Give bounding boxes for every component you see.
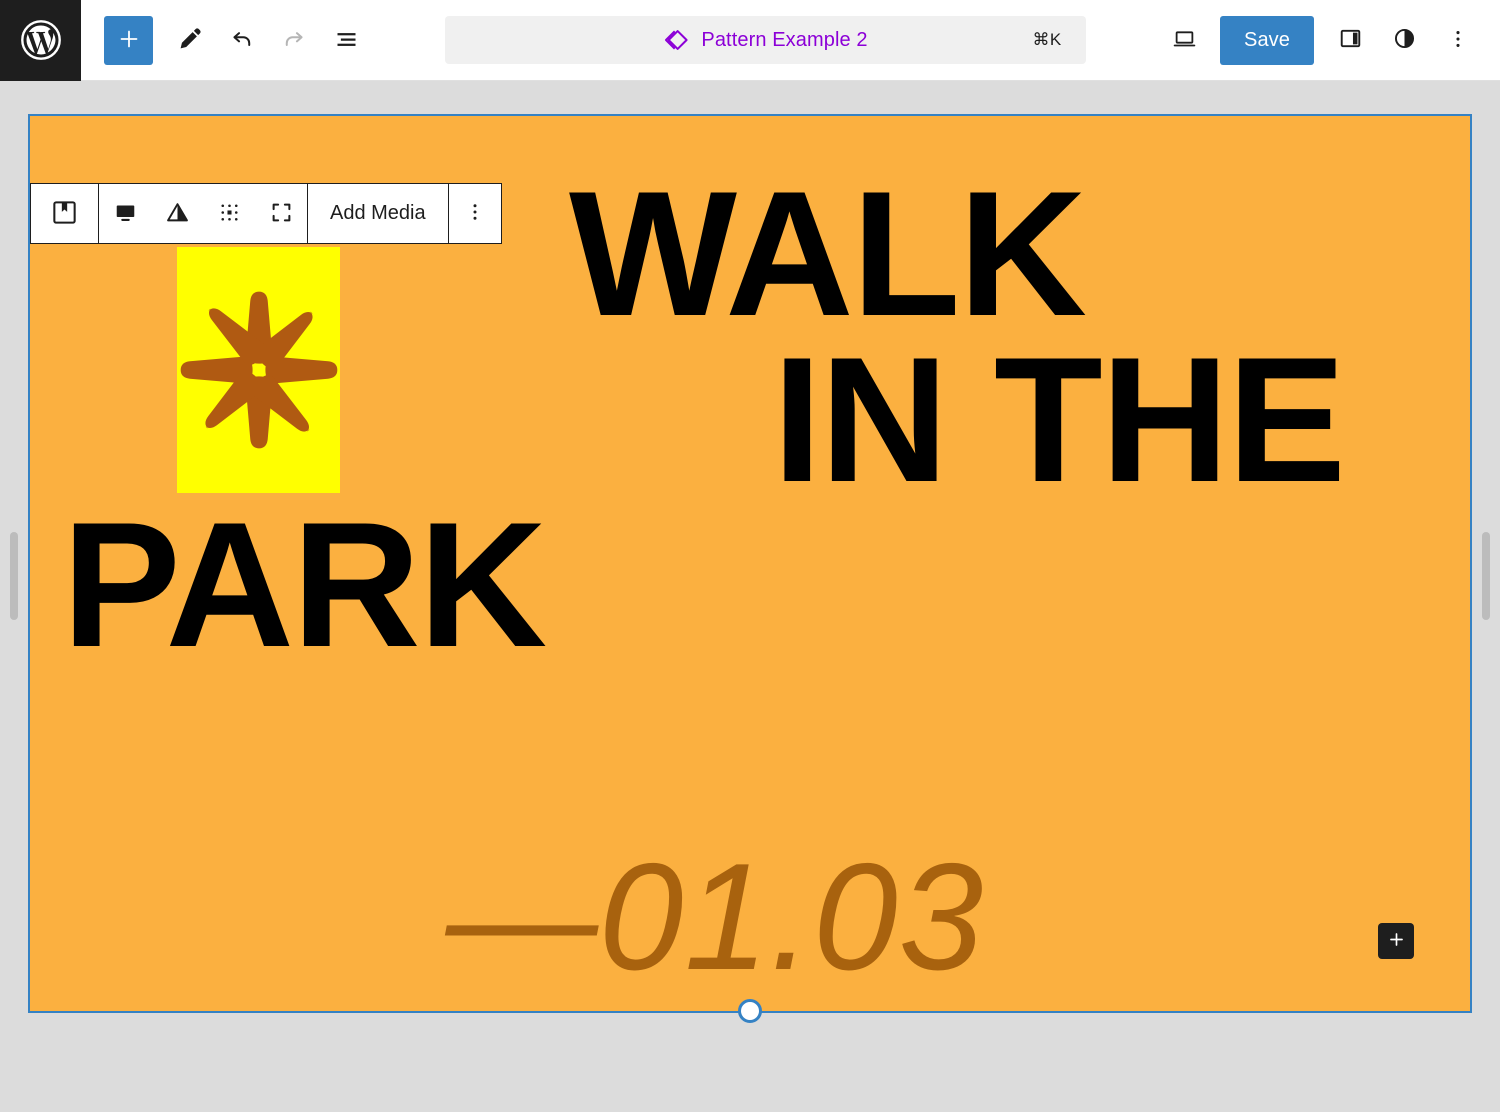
cover-block[interactable]: WALK IN THE PARK —01.03 bbox=[28, 114, 1472, 1013]
block-options-group bbox=[449, 184, 501, 243]
editor-root: Pattern Example 2 ⌘K Save WALK IN THE PA… bbox=[0, 0, 1500, 1112]
add-media-button[interactable]: Add Media bbox=[308, 184, 448, 243]
cover-subline[interactable]: —01.03 bbox=[30, 841, 1470, 993]
tools-edit-mode[interactable] bbox=[166, 16, 214, 64]
media-monitor-icon bbox=[112, 199, 139, 229]
block-type-button[interactable] bbox=[31, 184, 98, 243]
preview-device-button[interactable] bbox=[1160, 16, 1208, 64]
bottom-resize-handle[interactable] bbox=[738, 999, 762, 1023]
command-shortcut-label: ⌘K bbox=[1032, 30, 1062, 49]
settings-sidebar-toggle[interactable] bbox=[1326, 16, 1374, 64]
pencil-icon bbox=[177, 25, 204, 55]
replace-media-button[interactable] bbox=[99, 184, 151, 243]
editor-canvas-area: WALK IN THE PARK —01.03 Add Media bbox=[0, 81, 1500, 1112]
plus-icon bbox=[1387, 930, 1406, 952]
block-type-group bbox=[31, 184, 99, 243]
block-appender-button[interactable] bbox=[1378, 923, 1414, 959]
block-inserter-toggle[interactable] bbox=[104, 15, 153, 65]
more-options-button[interactable] bbox=[1434, 16, 1482, 64]
crop-brackets-icon bbox=[268, 199, 295, 229]
list-view-icon bbox=[333, 25, 360, 55]
headline-line-2: IN THE bbox=[772, 319, 1346, 519]
focal-point-button[interactable] bbox=[203, 184, 255, 243]
cover-block-icon bbox=[50, 198, 79, 230]
block-toolbar: Add Media bbox=[30, 183, 502, 244]
block-options-button[interactable] bbox=[449, 184, 501, 243]
editor-top-bar: Pattern Example 2 ⌘K Save bbox=[0, 0, 1500, 81]
headline-line-3: PARK bbox=[62, 485, 547, 685]
top-bar-right-tools: Save bbox=[1160, 15, 1500, 65]
sidebar-panel-icon bbox=[1337, 25, 1364, 55]
redo-arrow-icon bbox=[280, 25, 308, 56]
three-dots-vertical-icon bbox=[1446, 27, 1470, 54]
duotone-triangle-icon bbox=[164, 199, 191, 229]
full-height-toggle-button[interactable] bbox=[255, 184, 307, 243]
contrast-circle-icon bbox=[1391, 25, 1418, 55]
top-bar-left-tools bbox=[81, 15, 370, 65]
styles-contrast-button[interactable] bbox=[1380, 16, 1428, 64]
document-title-text: Pattern Example 2 bbox=[701, 28, 868, 51]
three-dots-vertical-icon bbox=[463, 200, 487, 227]
document-title-container: Pattern Example 2 ⌘K bbox=[370, 16, 1160, 64]
document-overview-button[interactable] bbox=[322, 16, 370, 64]
cover-headline[interactable]: WALK IN THE PARK bbox=[30, 165, 1470, 685]
pattern-diamond-icon bbox=[662, 26, 690, 54]
document-title-button[interactable]: Pattern Example 2 ⌘K bbox=[444, 16, 1086, 64]
undo-arrow-icon bbox=[228, 25, 256, 56]
redo-button[interactable] bbox=[270, 16, 318, 64]
plus-icon bbox=[117, 27, 141, 54]
right-resize-handle[interactable] bbox=[1482, 532, 1490, 620]
duotone-filter-button[interactable] bbox=[151, 184, 203, 243]
desktop-laptop-icon bbox=[1171, 25, 1198, 55]
undo-button[interactable] bbox=[218, 16, 266, 64]
block-tools-group bbox=[99, 184, 308, 243]
add-media-group: Add Media bbox=[308, 184, 449, 243]
dot-grid-icon bbox=[216, 199, 243, 229]
wordpress-logo-button[interactable] bbox=[0, 0, 81, 81]
save-button[interactable]: Save bbox=[1220, 15, 1314, 65]
left-resize-handle[interactable] bbox=[10, 532, 18, 620]
wordpress-logo-icon bbox=[19, 18, 63, 62]
